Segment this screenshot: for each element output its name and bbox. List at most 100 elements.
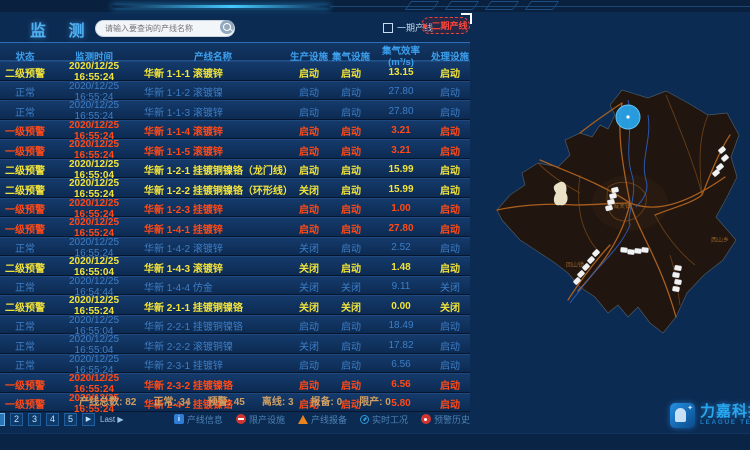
table-row[interactable]: 二级预警2020/12/25 16:55:04华新 1-2-1 挂镀铜镍铬（龙门… xyxy=(0,159,470,179)
table-row[interactable]: 一级预警2020/12/25 16:55:24华新 2-3-2 挂镀镍铬启动启动… xyxy=(0,373,470,393)
table-row[interactable]: 一级预警2020/12/25 16:55:24华新 1-2-3 挂镀锌启动启动1… xyxy=(0,198,470,218)
legend-item[interactable]: i产线信息 xyxy=(174,413,223,426)
legend-item[interactable]: 限产设施 xyxy=(236,413,285,426)
page-button[interactable]: 5 xyxy=(64,413,77,426)
map-place-label: 回山镇 xyxy=(566,261,584,269)
cell-name: 华新 1-2-3 挂镀锌 xyxy=(138,201,288,216)
cell-status: 二级预警 xyxy=(0,65,50,80)
cell-name: 华新 1-4-1 挂镀锌 xyxy=(138,221,288,236)
next-page-button[interactable]: ▶ xyxy=(82,413,95,426)
cell-gas: 启动 xyxy=(330,377,372,392)
cell-name: 华新 1-4-4 仿金 xyxy=(138,279,288,294)
checkbox-icon[interactable] xyxy=(383,23,393,33)
photo-marker[interactable] xyxy=(627,249,634,255)
table-row[interactable]: 二级预警2020/12/25 16:55:04华新 1-4-3 滚镀锌关闭启动1… xyxy=(0,256,470,276)
page-current-partial[interactable] xyxy=(0,413,5,426)
cell-status: 正常 xyxy=(0,240,50,255)
cell-gas: 启动 xyxy=(330,357,372,372)
summary-item: 报备: 0 xyxy=(311,393,343,408)
cell-status: 一级预警 xyxy=(0,201,50,216)
table-row[interactable]: 正常2020/12/25 16:55:24华新 1-1-2 滚镀镍启动启动27.… xyxy=(0,81,470,101)
cell-production: 启动 xyxy=(288,143,330,158)
cell-treatment: 启动 xyxy=(430,318,470,333)
page-button[interactable]: 4 xyxy=(46,413,59,426)
cell-efficiency: 1.48 xyxy=(372,262,430,273)
cell-gas: 启动 xyxy=(330,338,372,353)
cell-efficiency: 0.00 xyxy=(372,301,430,312)
cell-name: 华新 1-2-1 挂镀铜镍铬（龙门线） xyxy=(138,162,288,177)
page-title: 监 测 xyxy=(30,17,93,41)
restrict-icon xyxy=(236,414,246,424)
legend-label: 限产设施 xyxy=(249,413,285,426)
table-row[interactable]: 一级预警2020/12/25 16:55:24华新 1-1-4 滚镀锌启动启动3… xyxy=(0,120,470,140)
last-page-button[interactable]: Last ▶ xyxy=(100,413,124,426)
cluster-marker[interactable] xyxy=(616,105,640,129)
logo-icon xyxy=(670,403,695,428)
table-body: 二级预警2020/12/25 16:55:24华新 1-1-1 滚镀锌启动启动1… xyxy=(0,61,470,412)
cell-name: 华新 1-1-4 滚镀锌 xyxy=(138,123,288,138)
photo-marker[interactable] xyxy=(674,265,682,271)
cell-gas: 启动 xyxy=(330,143,372,158)
legend-item[interactable]: 实时工况 xyxy=(360,413,408,426)
photo-marker[interactable] xyxy=(641,247,648,253)
cell-efficiency: 2.52 xyxy=(372,242,430,253)
page-button[interactable]: 2 xyxy=(10,413,23,426)
cell-production: 启动 xyxy=(288,201,330,216)
table-row[interactable]: 一级预警2020/12/25 16:55:24华新 1-4-1 挂镀锌启动启动2… xyxy=(0,217,470,237)
page-button[interactable]: 3 xyxy=(28,413,41,426)
table-row[interactable]: 正常2020/12/25 16:55:24华新 1-1-3 滚镀锌启动启动27.… xyxy=(0,100,470,120)
district-map[interactable]: 城关镇西山乡回山镇 xyxy=(480,55,750,395)
photo-marker[interactable] xyxy=(620,247,627,253)
cell-production: 启动 xyxy=(288,318,330,333)
photo-marker[interactable] xyxy=(672,286,680,292)
cell-treatment: 启动 xyxy=(430,240,470,255)
logo-name: 力嘉科技 xyxy=(700,405,750,419)
col-treatment: 处理设施 xyxy=(430,49,470,63)
cell-treatment: 启动 xyxy=(430,182,470,197)
col-gas: 集气设施 xyxy=(330,49,372,63)
table-row[interactable]: 正常2020/12/25 16:55:04华新 2-2-1 挂镀铜镍铬启动启动1… xyxy=(0,315,470,335)
cell-production: 关闭 xyxy=(288,240,330,255)
cell-status: 二级预警 xyxy=(0,260,50,275)
legend-item[interactable]: 产线报备 xyxy=(298,413,347,426)
deco-shape xyxy=(485,1,519,10)
photo-marker[interactable] xyxy=(674,279,682,285)
cell-gas: 关闭 xyxy=(330,299,372,314)
search-button[interactable] xyxy=(220,20,234,34)
cell-name: 华新 1-1-1 滚镀锌 xyxy=(138,65,288,80)
cell-status: 一级预警 xyxy=(0,143,50,158)
table-row[interactable]: 二级预警2020/12/25 16:55:24华新 1-2-2 挂镀铜镍铬（环形… xyxy=(0,178,470,198)
cell-treatment: 启动 xyxy=(430,377,470,392)
legend-label: 产线报备 xyxy=(311,413,347,426)
cell-treatment: 启动 xyxy=(430,221,470,236)
cell-efficiency: 3.21 xyxy=(372,125,430,136)
table-row[interactable]: 正常2020/12/25 16:55:24华新 1-4-2 滚镀锌关闭启动2.5… xyxy=(0,237,470,257)
cell-name: 华新 2-3-1 挂镀锌 xyxy=(138,357,288,372)
table-row[interactable]: 正常2020/12/25 16:55:04华新 2-2-2 滚镀铜镍关闭启动17… xyxy=(0,334,470,354)
cell-status: 一级预警 xyxy=(0,377,50,392)
table-row[interactable]: 一级预警2020/12/25 16:55:24华新 1-1-5 滚镀锌启动启动3… xyxy=(0,139,470,159)
monitor-table: 状态 监测时间 产线名称 生产设施 集气设施 集气效率(m³/s) 处理设施 二… xyxy=(0,42,470,412)
cell-treatment: 启动 xyxy=(430,65,470,80)
search-box[interactable] xyxy=(95,18,235,35)
summary-bar: 产线总数: 82正常: 34预警: 45离线: 3报备: 0限产: 0 xyxy=(0,393,470,408)
legend-item[interactable]: 预警历史 xyxy=(421,413,470,426)
table-row[interactable]: 正常2020/12/25 16:55:24华新 2-3-1 挂镀锌启动启动6.5… xyxy=(0,354,470,374)
cell-treatment: 启动 xyxy=(430,162,470,177)
cell-production: 启动 xyxy=(288,377,330,392)
cell-treatment: 启动 xyxy=(430,357,470,372)
alarm-history-icon xyxy=(421,414,431,424)
table-row[interactable]: 二级预警2020/12/25 16:55:24华新 2-1-1 挂镀铜镍铬关闭关… xyxy=(0,295,470,315)
cell-efficiency: 3.21 xyxy=(372,145,430,156)
table-row[interactable]: 正常2020/12/25 16:54:44华新 1-4-4 仿金关闭关闭9.11… xyxy=(0,276,470,296)
deco-shape xyxy=(525,1,559,10)
cell-status: 正常 xyxy=(0,104,50,119)
search-input[interactable] xyxy=(95,20,235,37)
legend-label: 产线信息 xyxy=(187,413,223,426)
summary-item: 产线总数: 82 xyxy=(79,393,136,408)
photo-marker[interactable] xyxy=(634,248,641,254)
logo-subtitle: LEAGUE TE xyxy=(700,419,750,426)
cell-name: 华新 1-1-2 滚镀镍 xyxy=(138,84,288,99)
cell-treatment: 启动 xyxy=(430,260,470,275)
photo-marker[interactable] xyxy=(672,272,680,278)
